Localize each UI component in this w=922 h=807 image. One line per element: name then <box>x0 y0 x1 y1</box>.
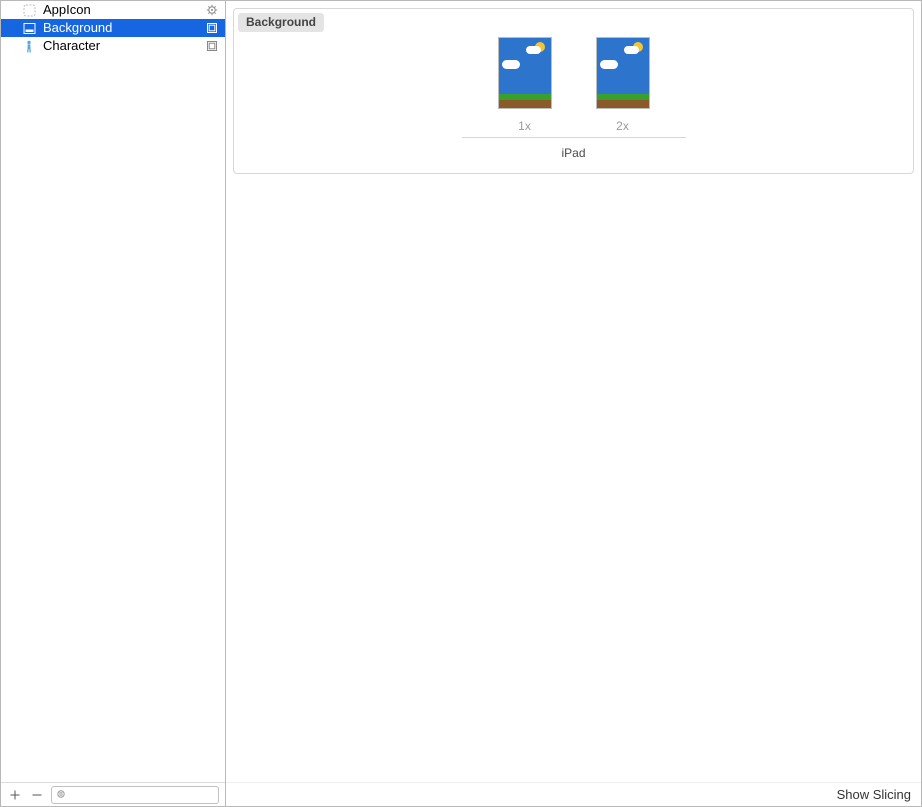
thumbnail-slot-2x[interactable]: 2x <box>596 37 650 133</box>
appicon-icon <box>21 3 37 17</box>
asset-detail-title: Background <box>238 13 324 32</box>
show-slicing-button[interactable]: Show Slicing <box>837 787 911 802</box>
asset-list: AppIcon Background Character <box>1 1 225 782</box>
person-icon <box>21 39 37 53</box>
filter-input[interactable] <box>67 788 214 802</box>
asset-sidebar: AppIcon Background Character <box>1 1 226 806</box>
filter-field[interactable] <box>51 786 219 804</box>
sidebar-footer <box>1 782 225 806</box>
divider <box>462 137 686 138</box>
scale-label: 2x <box>616 119 629 133</box>
gear-icon <box>204 3 220 17</box>
asset-detail-panel: Background 1x 2x <box>233 8 914 174</box>
thumbnail-slot-1x[interactable]: 1x <box>498 37 552 133</box>
asset-item-appicon[interactable]: AppIcon <box>1 1 225 19</box>
asset-item-background[interactable]: Background <box>1 19 225 37</box>
asset-detail-area: Background 1x 2x <box>226 1 921 806</box>
asset-thumbnails-group: 1x 2x iPad <box>462 37 686 160</box>
main-footer: Show Slicing <box>226 782 921 806</box>
imageset-icon <box>204 39 220 53</box>
asset-item-character[interactable]: Character <box>1 37 225 55</box>
thumbnail-image <box>498 37 552 109</box>
add-button[interactable] <box>7 787 23 803</box>
device-label: iPad <box>561 146 585 160</box>
imageset-icon <box>204 21 220 35</box>
asset-thumbnails-row: 1x 2x <box>498 37 650 133</box>
scale-label: 1x <box>518 119 531 133</box>
asset-item-label: Character <box>43 37 204 55</box>
asset-item-label: Background <box>43 19 204 37</box>
asset-catalog-window: AppIcon Background Character <box>0 0 922 807</box>
image-icon <box>21 21 37 35</box>
thumbnail-image <box>596 37 650 109</box>
filter-icon <box>56 789 67 801</box>
asset-item-label: AppIcon <box>43 1 204 19</box>
remove-button[interactable] <box>29 787 45 803</box>
